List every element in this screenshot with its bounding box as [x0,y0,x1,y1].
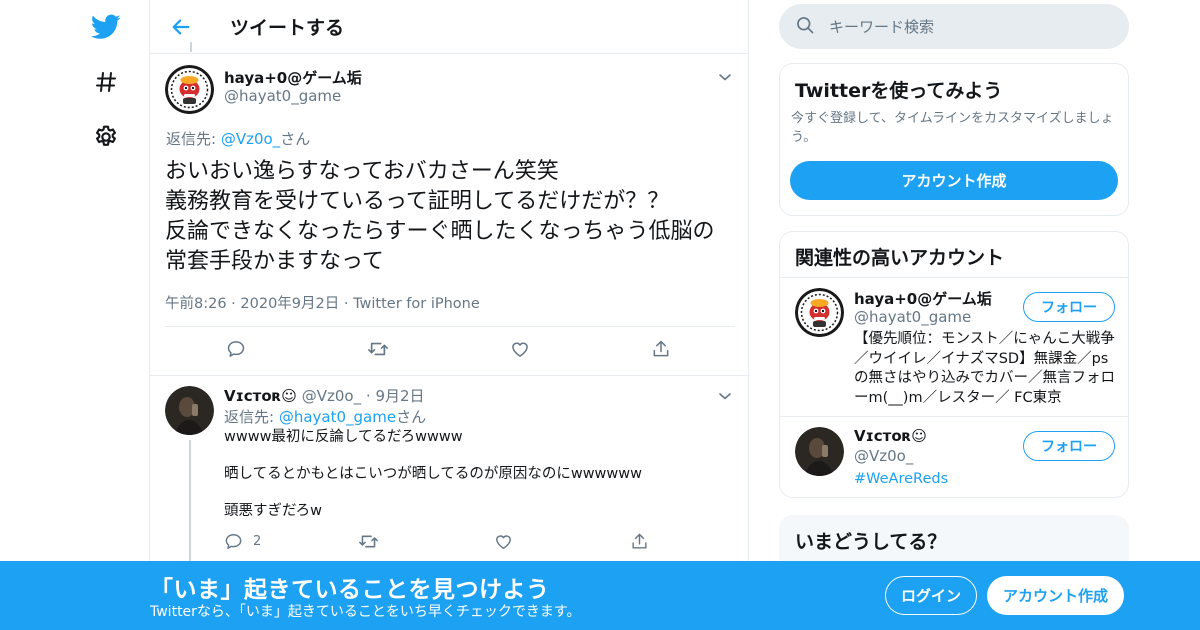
twitter-bird-icon[interactable] [84,5,128,49]
page-header: ツイートする [150,0,748,54]
reply-icon[interactable] [226,339,246,359]
reply-prefix: 返信先: [166,130,221,148]
chevron-down-icon[interactable] [717,69,733,85]
hashtag-link[interactable]: #WeAreReds [854,470,1116,490]
tweet-actions [165,337,735,365]
author-name[interactable]: haya+0@ゲーム垢 [224,67,362,88]
reply-suffix: さん [396,408,427,426]
search-icon [795,15,815,39]
account-name[interactable]: haya+0@ゲーム垢 [854,288,992,309]
reply-mention-link[interactable]: @hayat0_game [279,408,396,426]
account-item[interactable]: Vɪᴄᴛᴏʀ☺︎ @Vz0o_ フォロー #WeAreReds [780,417,1128,497]
reply-icon [225,534,242,549]
author-name[interactable]: Vɪᴄᴛᴏʀ☺︎ [224,387,297,405]
search-box[interactable] [779,4,1129,49]
tweet-date[interactable]: 2020年9月2日 [240,296,339,312]
tweet-source: Twitter for iPhone [353,296,480,312]
tweet-line: wwww最初に反論してるだろwwww [224,429,463,445]
tweet-time[interactable]: 午前8:26 [165,296,227,312]
follow-button[interactable]: フォロー [1023,431,1115,461]
avatar[interactable] [795,427,844,476]
reply-button[interactable]: 2 [224,532,261,551]
account-item[interactable]: haya+0@ゲーム垢 @hayat0_game フォロー 【優先順位：モンスト… [780,278,1128,416]
main-column: ツイートする haya+0@ゲーム垢 @hayat0_game 返信先: @Vz… [149,0,750,630]
thread-connector [189,440,191,580]
signup-card: Twitterを使ってみよう 今すぐ登録して、タイムラインをカスタマイズしましょ… [779,63,1129,216]
share-icon[interactable] [630,532,649,551]
tweet-text: おいおい逸らすなっておバカさーん笑笑 義務教育を受けているって証明してるだけだが… [165,159,715,274]
create-account-button[interactable]: アカウント作成 [790,161,1118,200]
create-account-button[interactable]: アカウント作成 [987,576,1124,615]
reply-suffix: さん [280,130,311,148]
author-handle[interactable]: @Vz0o_ [302,387,361,405]
divider [165,326,735,327]
card-title: Twitterを使ってみよう [795,80,1003,102]
tweet-meta: 午前8:26 · 2020年9月2日 · Twitter for iPhone [165,292,480,313]
account-bio: 【優先順位：モンスト／にゃんこ大戦争／ウイイレ／イナズマSD】無課金／psの無さ… [854,331,1115,406]
thread-connector [190,42,192,52]
reply-mention-link[interactable]: @Vz0o_ [221,130,280,148]
card-title: 関連性の高いアカウント [795,247,1005,269]
page-title: ツイートする [230,17,345,39]
retweet-icon[interactable] [367,339,389,359]
banner-subtitle: Twitterなら、「いま」起きていることをいち早くチェックできます。 [150,604,581,620]
retweet-icon[interactable] [358,532,379,551]
meta-separator: · [365,387,371,405]
related-accounts-card: 関連性の高いアカウント haya+0@ゲーム垢 @hayat0_game フォロ… [779,231,1129,498]
tweet-actions: 2 [224,532,704,554]
hashtag-icon[interactable] [84,60,128,104]
arrow-left-icon[interactable] [168,14,194,40]
tweet-date[interactable]: 9月2日 [375,387,424,405]
account-handle[interactable]: @hayat0_game [854,308,971,326]
card-title: いまどうしてる？ [795,531,947,553]
account-name[interactable]: Vɪᴄᴛᴏʀ☺︎ [854,427,927,445]
tweet-line: 晒してるとかもとはこいつが晒してるのが原因なのにwwwwww [224,466,642,482]
login-button[interactable]: ログイン [885,576,977,615]
account-handle[interactable]: @Vz0o_ [854,447,913,465]
follow-button[interactable]: フォロー [1023,292,1115,322]
chevron-down-icon[interactable] [717,388,733,404]
tweet-line: 頭悪すぎだろw [224,503,322,519]
author-handle[interactable]: @hayat0_game [224,87,341,105]
divider [150,375,750,376]
tweet-text: wwww最初に反論してるだろwwww 晒してるとかもとはこいつが晒してるのが原因… [224,428,724,539]
share-icon[interactable] [651,339,671,359]
meta-separator: · [343,296,349,312]
banner-title: 「いま」起きていることを見つけよう [150,577,550,603]
search-input[interactable] [829,17,1109,36]
avatar[interactable] [165,386,214,435]
signup-banner: 「いま」起きていることを見つけよう Twitterなら、「いま」起きていることを… [0,561,1200,630]
reply-prefix: 返信先: [224,408,279,426]
like-icon[interactable] [510,339,530,359]
gear-icon[interactable] [84,115,128,159]
reply-author-line: Vɪᴄᴛᴏʀ☺︎ @Vz0o_ · 9月2日 [224,385,425,406]
avatar[interactable] [795,288,844,337]
reply-context: 返信先: @Vz0o_さん [166,128,310,149]
card-description: 今すぐ登録して、タイムラインをカスタマイズしましょう。 [791,111,1114,145]
avatar[interactable] [165,65,214,114]
reply-context: 返信先: @hayat0_gameさん [224,406,426,427]
meta-separator: · [231,296,236,312]
like-icon[interactable] [494,532,513,551]
reply-count: 2 [253,534,262,549]
